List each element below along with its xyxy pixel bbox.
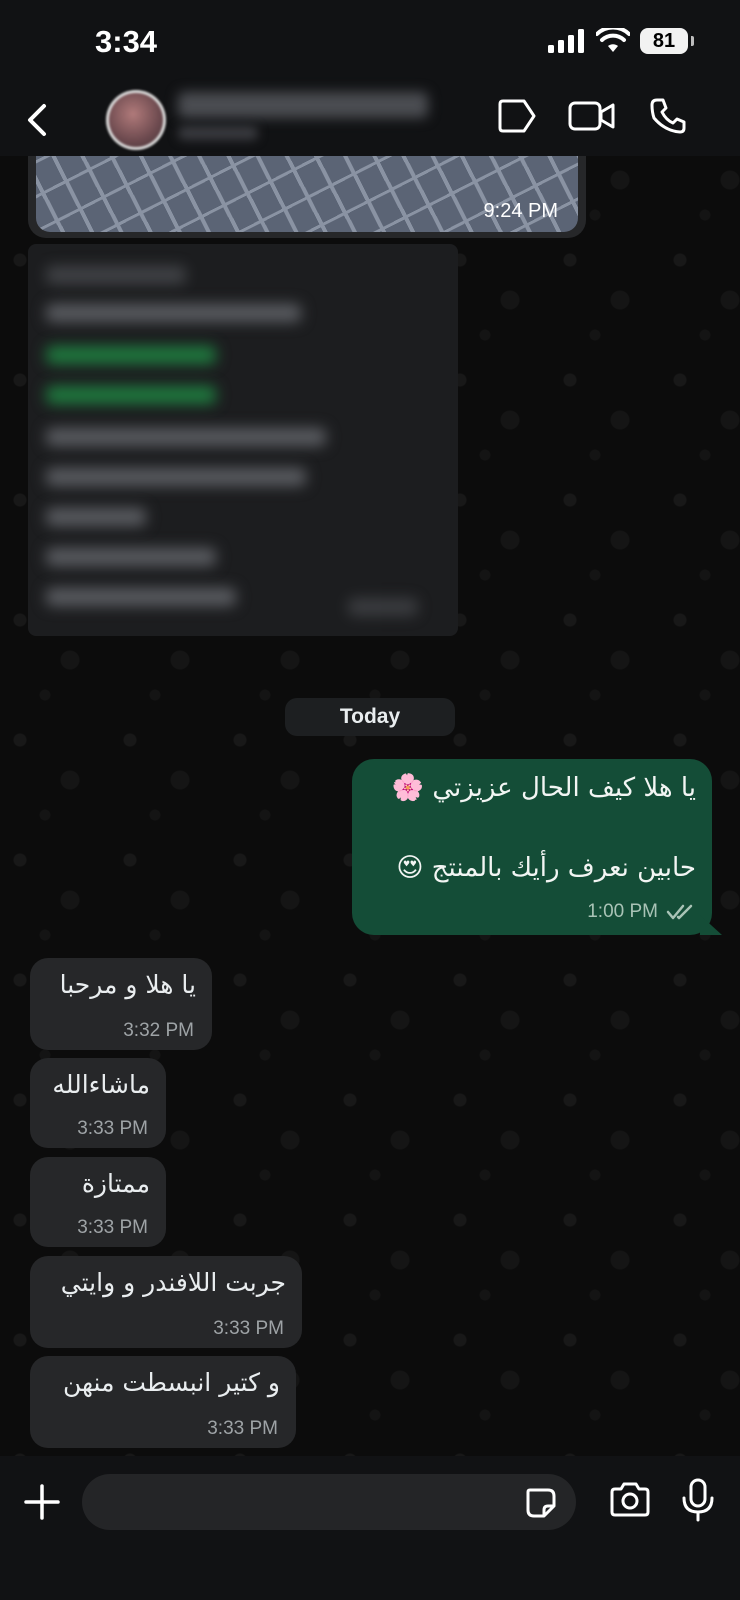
message-text: ماشاءالله bbox=[52, 1070, 150, 1099]
incoming-message[interactable]: ممتازة 3:33 PM bbox=[30, 1157, 166, 1247]
message-text: ممتازة bbox=[81, 1169, 150, 1198]
sticker-icon[interactable] bbox=[524, 1486, 558, 1520]
message-text: حابين نعرف رأيك بالمنتج 😍 bbox=[396, 853, 696, 883]
message-meta: 1:00 PM bbox=[587, 901, 694, 923]
incoming-message[interactable]: يا هلا و مرحبا 3:32 PM bbox=[30, 958, 212, 1050]
message-time: 3:33 PM bbox=[213, 1318, 284, 1339]
microphone-icon[interactable] bbox=[680, 1478, 716, 1522]
message-time: 3:33 PM bbox=[207, 1418, 278, 1439]
status-bar: 3:34 81 bbox=[0, 0, 740, 86]
blurred-text-line bbox=[46, 304, 301, 322]
message-composer[interactable] bbox=[82, 1474, 576, 1530]
contact-name[interactable] bbox=[178, 92, 428, 118]
blurred-message[interactable] bbox=[28, 244, 458, 636]
input-bar bbox=[0, 1456, 740, 1600]
blurred-text-line bbox=[46, 266, 186, 284]
message-time: 3:32 PM bbox=[123, 1020, 194, 1041]
avatar[interactable] bbox=[106, 90, 166, 150]
double-check-icon bbox=[666, 904, 693, 920]
wifi-icon bbox=[596, 28, 630, 52]
message-time: 3:33 PM bbox=[77, 1118, 148, 1139]
plus-icon[interactable] bbox=[22, 1482, 62, 1522]
signal-icon bbox=[548, 29, 584, 53]
blurred-text-line bbox=[46, 588, 236, 606]
location-message[interactable]: 9:24 PM bbox=[28, 156, 586, 238]
message-input[interactable] bbox=[102, 1484, 506, 1522]
blurred-text-line bbox=[46, 508, 146, 526]
date-separator: Today bbox=[285, 698, 455, 736]
battery-indicator: 81 bbox=[640, 28, 694, 54]
outgoing-message[interactable]: يا هلا كيف الحال عزيزتي 🌸 حابين نعرف رأي… bbox=[352, 759, 712, 935]
status-time: 3:34 bbox=[95, 24, 158, 59]
message-text: جربت اللافندر و وايتي bbox=[60, 1268, 286, 1297]
incoming-message[interactable]: ماشاءالله 3:33 PM bbox=[30, 1058, 166, 1148]
message-text: و كتير انبسطت منهن bbox=[63, 1368, 280, 1397]
message-text: يا هلا و مرحبا bbox=[59, 970, 196, 999]
label-icon[interactable] bbox=[494, 96, 538, 136]
incoming-message[interactable]: جربت اللافندر و وايتي 3:33 PM bbox=[30, 1256, 302, 1348]
message-time: 1:00 PM bbox=[587, 901, 658, 922]
camera-icon[interactable] bbox=[608, 1480, 652, 1520]
video-camera-icon[interactable] bbox=[568, 96, 616, 136]
phone-icon[interactable] bbox=[648, 96, 688, 136]
blurred-text-line bbox=[46, 468, 306, 486]
message-time: 9:24 PM bbox=[483, 200, 558, 222]
message-time: 3:33 PM bbox=[77, 1217, 148, 1238]
blurred-text-line bbox=[46, 548, 216, 566]
chat-header bbox=[0, 86, 740, 156]
message-text: يا هلا كيف الحال عزيزتي 🌸 bbox=[391, 773, 696, 803]
blurred-link-line bbox=[46, 346, 216, 364]
status-icons: 81 bbox=[548, 28, 694, 54]
incoming-message[interactable]: و كتير انبسطت منهن 3:33 PM bbox=[30, 1356, 296, 1448]
contact-status bbox=[178, 126, 258, 140]
blurred-link-line bbox=[46, 386, 216, 404]
blurred-text-line bbox=[46, 428, 326, 446]
blurred-time bbox=[348, 598, 418, 616]
chevron-left-icon[interactable] bbox=[18, 98, 58, 142]
